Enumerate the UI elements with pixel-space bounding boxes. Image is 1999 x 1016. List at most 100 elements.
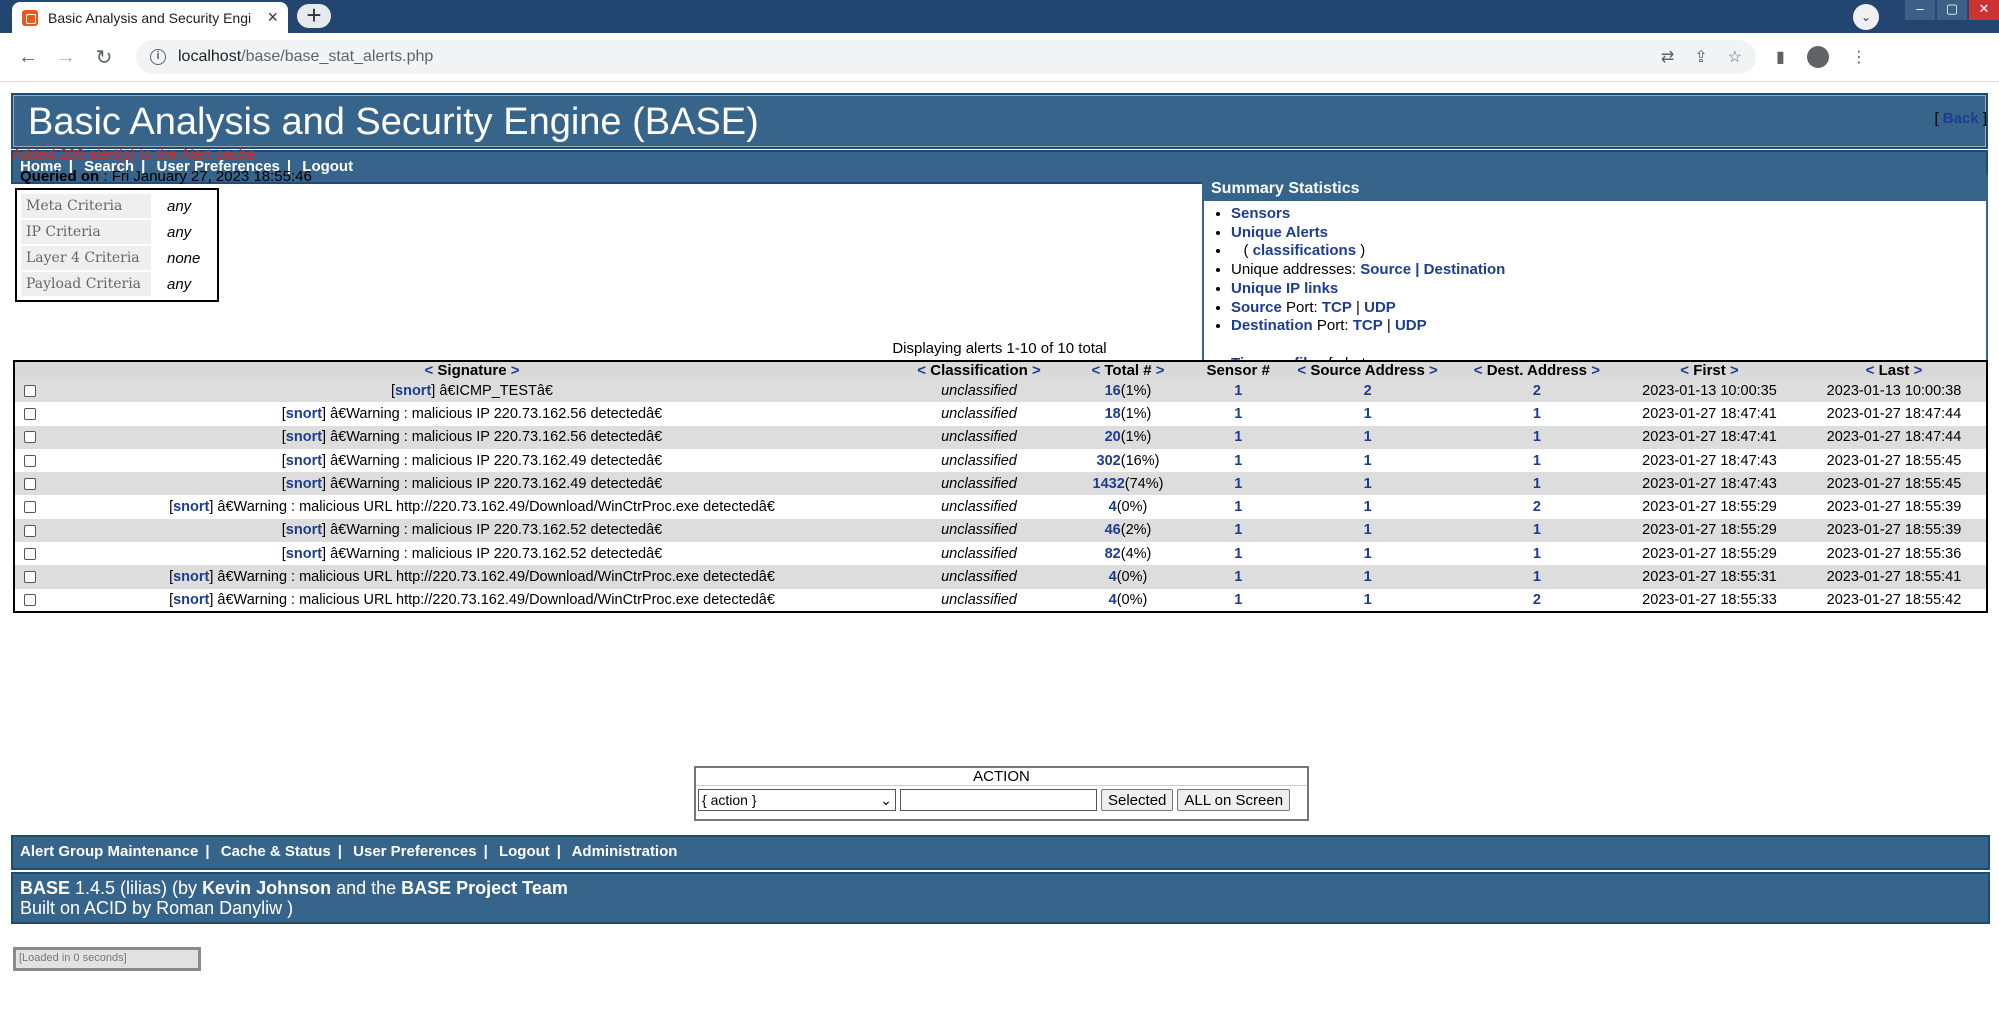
forward-arrow-icon[interactable]: → <box>52 46 80 69</box>
dest-link[interactable]: 1 <box>1533 406 1541 422</box>
sensor-link[interactable]: 1 <box>1234 569 1242 585</box>
snort-link[interactable]: snort <box>286 406 322 422</box>
sensor-link[interactable]: 1 <box>1234 592 1242 608</box>
sidepanel-icon[interactable]: ▮ <box>1776 47 1785 67</box>
unique-ip-links-link[interactable]: Unique IP links <box>1231 280 1338 297</box>
row-checkbox[interactable] <box>23 478 36 490</box>
chevron-down-icon[interactable]: ⌄ <box>1853 4 1879 30</box>
source-link[interactable]: 1 <box>1364 546 1372 562</box>
action-select[interactable]: { action } ⌄ <box>698 789 896 811</box>
nav-footer-logout[interactable]: Logout <box>499 843 550 860</box>
sensor-link[interactable]: 1 <box>1234 429 1242 445</box>
classifications-link[interactable]: classifications <box>1253 242 1356 259</box>
source-link[interactable]: 1 <box>1364 453 1372 469</box>
row-checkbox[interactable] <box>23 593 36 606</box>
dest-port-link[interactable]: Destination <box>1231 317 1313 334</box>
header-total[interactable]: < Total # > <box>1058 361 1198 379</box>
source-link[interactable]: 1 <box>1364 476 1372 492</box>
dest-link[interactable]: 1 <box>1533 453 1541 469</box>
dest-link[interactable]: 1 <box>1533 569 1541 585</box>
row-checkbox[interactable] <box>23 571 36 584</box>
source-link[interactable]: 2 <box>1364 383 1372 399</box>
source-port-link[interactable]: Source <box>1231 299 1282 316</box>
row-checkbox[interactable] <box>23 524 36 537</box>
source-udp-link[interactable]: UDP <box>1364 299 1396 316</box>
sensor-link[interactable]: 1 <box>1234 546 1242 562</box>
sensor-link[interactable]: 1 <box>1234 499 1242 515</box>
unique-source-link[interactable]: Source <box>1360 261 1411 278</box>
selected-button[interactable]: Selected <box>1101 789 1174 811</box>
source-tcp-link[interactable]: TCP <box>1322 299 1352 316</box>
header-last[interactable]: < Last > <box>1802 361 1987 379</box>
total-link[interactable]: 82 <box>1105 546 1121 562</box>
snort-link[interactable]: snort <box>286 522 322 538</box>
row-checkbox[interactable] <box>23 408 36 421</box>
header-first[interactable]: < First > <box>1617 361 1802 379</box>
new-tab-button[interactable]: + <box>297 2 331 28</box>
header-classification[interactable]: < Classification > <box>900 361 1058 379</box>
total-link[interactable]: 20 <box>1105 429 1121 445</box>
dest-link[interactable]: 1 <box>1533 429 1541 445</box>
sensor-link[interactable]: 1 <box>1234 406 1242 422</box>
dest-link[interactable]: 1 <box>1533 546 1541 562</box>
row-checkbox[interactable] <box>23 547 36 560</box>
nav-alert-group-maintenance[interactable]: Alert Group Maintenance <box>20 843 198 860</box>
url-input[interactable]: i localhost/base/base_stat_alerts.php ⇄ … <box>136 40 1756 74</box>
header-source[interactable]: < Source Address > <box>1278 361 1457 379</box>
all-on-screen-button[interactable]: ALL on Screen <box>1177 789 1291 811</box>
close-icon[interactable]: × <box>267 7 278 28</box>
total-link[interactable]: 16 <box>1105 383 1121 399</box>
snort-link[interactable]: snort <box>286 453 322 469</box>
snort-link[interactable]: snort <box>286 429 322 445</box>
menu-kebab-icon[interactable]: ⋮ <box>1851 47 1867 67</box>
snort-link[interactable]: snort <box>173 569 209 585</box>
unique-alerts-link[interactable]: Unique Alerts <box>1231 224 1328 241</box>
snort-link[interactable]: snort <box>395 383 431 399</box>
header-signature[interactable]: < Signature > <box>44 361 900 379</box>
dest-link[interactable]: 1 <box>1533 522 1541 538</box>
snort-link[interactable]: snort <box>173 592 209 608</box>
total-link[interactable]: 18 <box>1105 406 1121 422</box>
total-link[interactable]: 4 <box>1109 592 1117 608</box>
row-checkbox[interactable] <box>23 501 36 514</box>
browser-tab[interactable]: Basic Analysis and Security Engi × <box>12 2 288 33</box>
total-link[interactable]: 302 <box>1097 453 1121 469</box>
snort-link[interactable]: snort <box>173 499 209 515</box>
dest-link[interactable]: 1 <box>1533 476 1541 492</box>
row-checkbox[interactable] <box>23 431 36 444</box>
info-icon[interactable]: i <box>150 49 166 65</box>
back-arrow-icon[interactable]: ← <box>14 46 42 69</box>
dest-udp-link[interactable]: UDP <box>1395 317 1427 334</box>
row-checkbox[interactable] <box>23 384 36 397</box>
translate-icon[interactable]: ⇄ <box>1661 47 1674 67</box>
total-link[interactable]: 4 <box>1109 569 1117 585</box>
snort-link[interactable]: snort <box>286 546 322 562</box>
source-link[interactable]: 1 <box>1364 592 1372 608</box>
sensor-link[interactable]: 1 <box>1234 476 1242 492</box>
row-checkbox[interactable] <box>23 454 36 467</box>
window-close-icon[interactable]: ✕ <box>1969 0 1999 20</box>
nav-footer-user-preferences[interactable]: User Preferences <box>353 843 476 860</box>
back-link[interactable]: Back <box>1943 110 1979 127</box>
source-link[interactable]: 1 <box>1364 499 1372 515</box>
source-link[interactable]: 1 <box>1364 406 1372 422</box>
unique-destination-link[interactable]: Destination <box>1424 261 1506 278</box>
source-link[interactable]: 1 <box>1364 429 1372 445</box>
star-icon[interactable]: ☆ <box>1728 47 1742 67</box>
minimize-icon[interactable]: – <box>1905 0 1935 20</box>
nav-cache-status[interactable]: Cache & Status <box>221 843 331 860</box>
sensor-link[interactable]: 1 <box>1234 453 1242 469</box>
sensors-link[interactable]: Sensors <box>1231 205 1290 222</box>
total-link[interactable]: 4 <box>1109 499 1117 515</box>
dest-link[interactable]: 2 <box>1533 592 1541 608</box>
dest-link[interactable]: 2 <box>1533 383 1541 399</box>
maximize-icon[interactable]: ▢ <box>1937 0 1967 20</box>
share-icon[interactable]: ⇪ <box>1694 47 1707 67</box>
profile-avatar[interactable] <box>1806 46 1829 68</box>
sensor-link[interactable]: 1 <box>1234 522 1242 538</box>
total-link[interactable]: 1432 <box>1093 476 1125 492</box>
nav-administration[interactable]: Administration <box>572 843 678 860</box>
snort-link[interactable]: snort <box>286 476 322 492</box>
reload-icon[interactable]: ↻ <box>90 45 118 70</box>
total-link[interactable]: 46 <box>1105 522 1121 538</box>
